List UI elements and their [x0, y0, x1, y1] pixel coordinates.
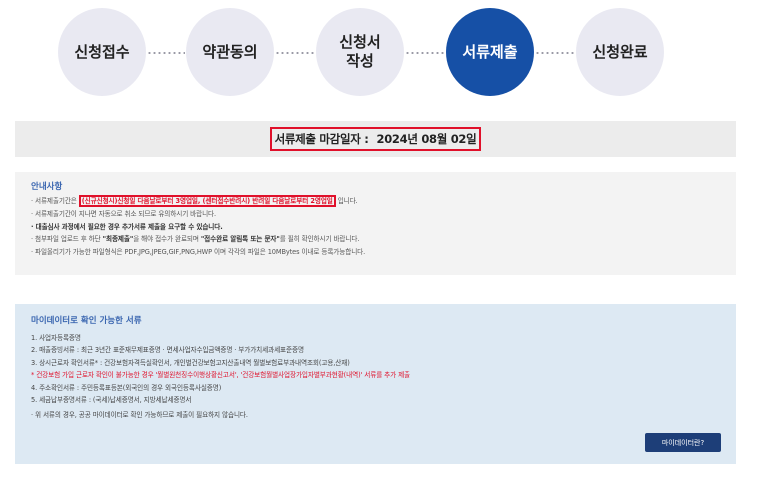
deadline-highlight-box: 서류제출 마감일자 : 2024년 08월 02일: [269, 127, 482, 151]
mydata-item: 5. 세금납부증명서류 : (국세)납세증명서, 지방세납세증명서: [31, 396, 192, 405]
notice-text: 입니다.: [335, 197, 358, 205]
notice-text: 를 필히 확인하시기 바랍니다.: [279, 235, 360, 244]
notice-text: 을 해야 접수가 완료되며: [133, 235, 201, 244]
deadline-label: 서류제출 마감일자 :: [274, 132, 369, 146]
progress-steps: 신청접수 약관동의 신청서 작성 서류제출 신청완료: [0, 0, 757, 110]
mydata-info-button[interactable]: 마이데이터란?: [645, 433, 721, 452]
mydata-item: 1. 사업자등록증명: [31, 334, 81, 342]
step-terms-agreement: 약관동의: [186, 8, 274, 96]
notice-section: 안내사항 · 서류제출기간은 (신규신청시)신청일 다음날로부터 3영업일, (…: [15, 172, 736, 275]
notice-line-auto-cancel: · 서류제출기간이 지나면 자동으로 취소 되므로 유의하시기 바랍니다.: [31, 209, 217, 218]
step-label: 신청접수: [74, 42, 130, 61]
notice-title: 안내사항: [31, 182, 63, 192]
step-label: 신청완료: [592, 42, 648, 61]
step-label: 약관동의: [202, 42, 258, 61]
step-application-form: 신청서 작성: [316, 8, 404, 96]
mydata-title: 마이데이터로 확인 가능한 서류: [31, 316, 142, 326]
notice-line-deadline: · 서류제출기간은 (신규신청시)신청일 다음날로부터 3영업일, (센터접수반…: [31, 195, 720, 208]
notice-text-bold: "접수완료 알림톡 또는 문자": [200, 235, 280, 244]
notice-deadline-highlight: (신규신청시)신청일 다음날로부터 3영업일, (센터접수반려시) 반려일 다음…: [78, 195, 336, 207]
notice-text: · 서류제출기간은: [31, 197, 79, 205]
step-connector: [275, 52, 315, 54]
step-application-complete: 신청완료: [576, 8, 664, 96]
step-label-line2: 작성: [346, 52, 374, 70]
notice-line-file-formats: · 파일올리기가 가능한 파일형식은 PDF,JPG,JPEG,GIF,PNG,…: [31, 248, 366, 257]
notice-line-additional-docs: · 대출심사 과정에서 필요한 경우 추가서류 제출을 요구할 수 있습니다.: [31, 221, 720, 234]
mydata-item-note: · 위 서류의 경우, 공공 마이데이터로 확인 가능하므로 제출이 필요하지 …: [31, 411, 248, 420]
step-connector: [535, 52, 575, 54]
step-label: 서류제출: [462, 42, 518, 61]
mydata-item-warning: * 건강보험 가입 근로자 확인이 불가능한 경우 '월별원천징수이행상황신고서…: [31, 371, 411, 380]
notice-line-final-submit: · 첨부파일 업로드 후 하단 "최종제출"을 해야 접수가 완료되며 "접수완…: [31, 233, 720, 246]
step-connector: [405, 52, 445, 54]
step-connector: [147, 52, 185, 54]
step-label-line1: 신청서: [339, 33, 381, 52]
deadline-bar: 서류제출 마감일자 : 2024년 08월 02일: [15, 121, 736, 157]
step-application-received: 신청접수: [58, 8, 146, 96]
mydata-item: 2. 매출증빙서류 : 최근 3년간 표준재무제표증명 · 면세사업자수입금액증…: [31, 346, 304, 355]
mydata-item: 4. 주소확인서류 : 주민등록표등본(외국인의 경우 외국인등록사실증명): [31, 383, 222, 392]
step-document-submission: 서류제출: [446, 8, 534, 96]
notice-text-bold: "최종제출": [102, 235, 134, 244]
notice-text: · 첨부파일 업로드 후 하단: [31, 235, 103, 244]
notice-text-bold: · 대출심사 과정에서 필요한 경우 추가서류 제출을 요구할 수 있습니다.: [31, 222, 223, 231]
mydata-item: 3. 상시근로자 확인서류* : 건강보험자격득실확인서, 개인별건강보험고지산…: [31, 358, 350, 367]
deadline-date: 2024년 08월 02일: [376, 132, 477, 146]
mydata-section: 마이데이터로 확인 가능한 서류 1. 사업자등록증명 2. 매출증빙서류 : …: [15, 304, 736, 464]
